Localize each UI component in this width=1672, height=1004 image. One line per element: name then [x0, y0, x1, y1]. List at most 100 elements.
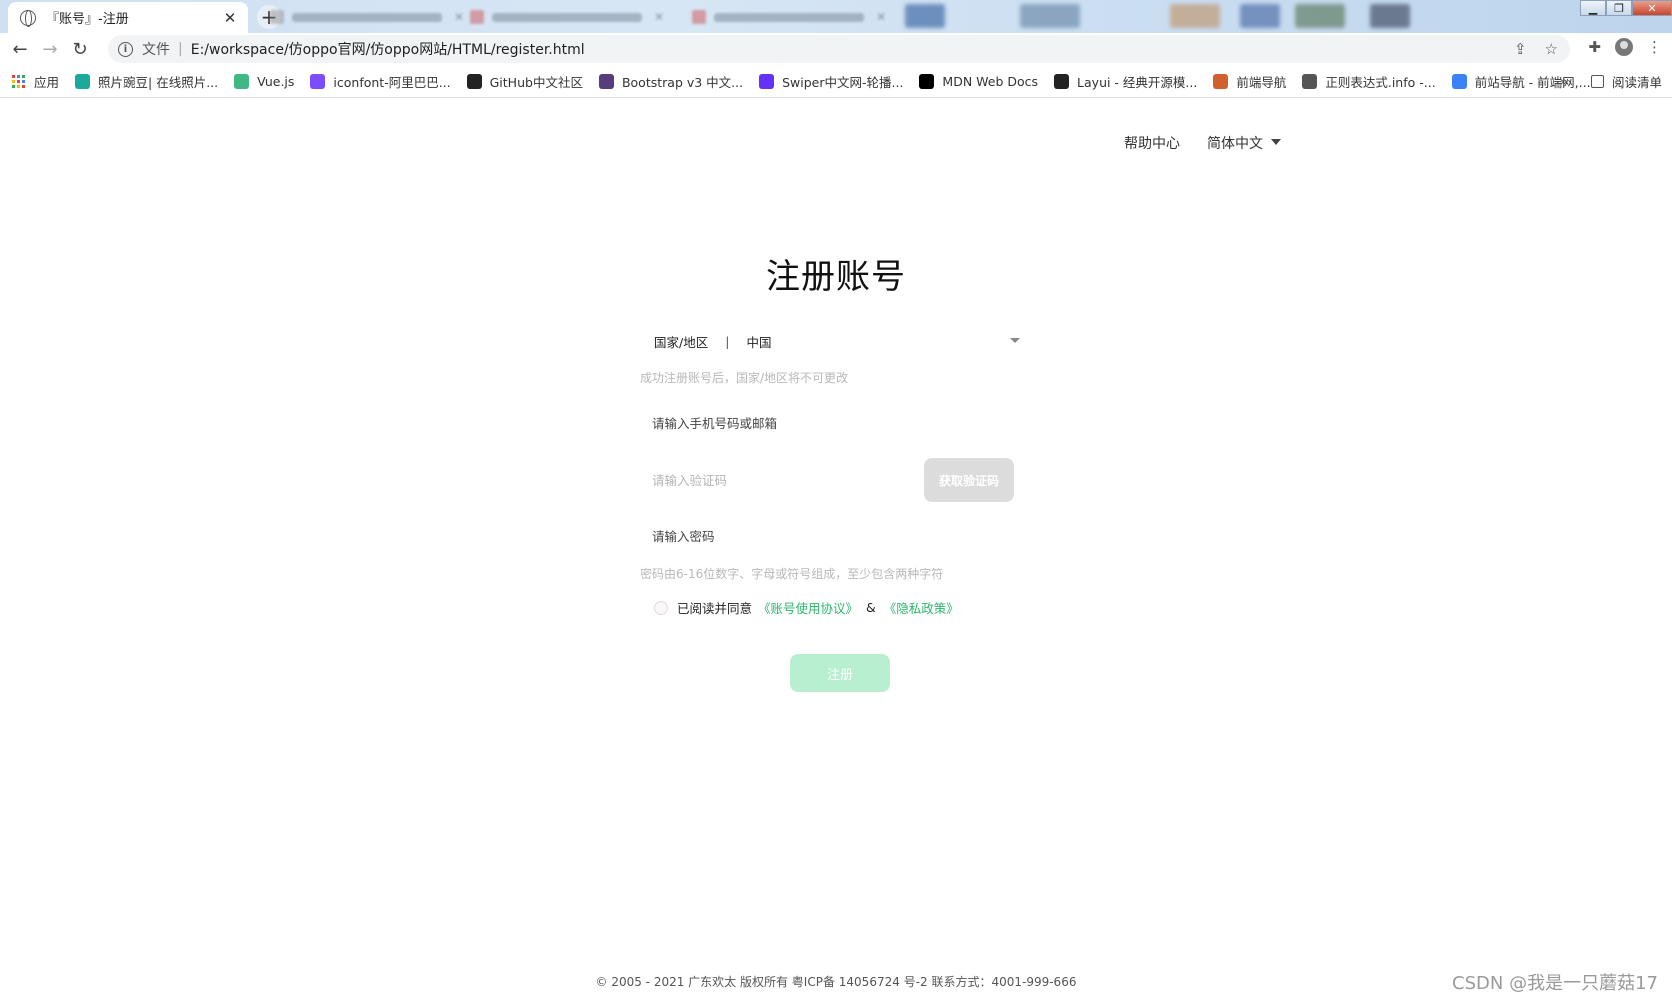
bookmark-label: iconfont-阿里巴巴... — [333, 75, 451, 90]
bookmark-label: Layui - 经典开源模... — [1077, 75, 1198, 90]
verification-code-field: 获取验证码 — [640, 458, 1014, 502]
share-icon[interactable]: ⇪ — [1514, 40, 1527, 58]
reading-list[interactable]: 阅读清单 — [1590, 72, 1662, 91]
agreement-row: 已阅读并同意 《账号使用协议》 & 《隐私政策》 — [654, 598, 959, 617]
bookmark-label: GitHub中文社区 — [489, 75, 583, 90]
menu-kebab-icon[interactable]: ⋮ — [1647, 38, 1662, 56]
bookmark-label: 前端导航 — [1236, 75, 1287, 90]
tab-background[interactable]: ✕ — [470, 6, 664, 28]
bookmark-label: 正则表达式.info -... — [1325, 75, 1436, 90]
bookmark-label: 应用 — [34, 75, 60, 90]
globe-icon — [20, 9, 36, 27]
info-icon[interactable]: i — [118, 41, 133, 57]
tab-title: 『账号』-注册 — [46, 12, 129, 27]
help-center-link[interactable]: 帮助中心 — [1124, 133, 1180, 153]
bookmarks-bar: 应用 照片豌豆| 在线照片... Vue.js iconfont-阿里巴巴... Git… — [0, 66, 1672, 98]
tab-close-icon[interactable]: ✕ — [654, 10, 664, 24]
url-text[interactable]: E:/workspace/仿oppo官网/仿oppo网站/HTML/regist… — [191, 39, 585, 59]
tab-close-icon[interactable]: ✕ — [454, 10, 464, 24]
tab-close-icon[interactable]: ✕ — [876, 10, 886, 24]
tab-background[interactable]: ✕ — [270, 6, 464, 28]
tab-favicon-icon — [470, 10, 484, 24]
agreement-link[interactable]: 《账号使用协议》 — [758, 598, 858, 617]
iconfont-icon — [310, 74, 326, 89]
bookmark-item[interactable]: 应用 — [12, 72, 59, 91]
agree-checkbox[interactable] — [654, 600, 668, 615]
bootstrap-icon — [598, 74, 614, 89]
bookmark-item[interactable]: 前站导航 - 前端网,... — [1451, 72, 1591, 91]
layui-icon — [1054, 74, 1070, 89]
country-divider: | — [725, 333, 730, 349]
country-label: 国家/地区 — [654, 334, 709, 350]
reading-list-icon — [1590, 75, 1604, 88]
country-select[interactable]: 国家/地区 | 中国 — [640, 319, 1030, 363]
bookmark-item[interactable]: MDN Web Docs — [919, 74, 1038, 89]
mdn-icon — [919, 74, 935, 89]
ampersand: & — [866, 600, 876, 615]
extensions-icon[interactable]: ✚ — [1588, 38, 1601, 56]
scheme-label: 文件 — [142, 42, 170, 58]
star-icon[interactable]: ☆ — [1545, 40, 1558, 58]
vue-icon — [234, 74, 250, 89]
minimize-icon[interactable]: ▁ — [1580, 0, 1606, 16]
bookmark-item[interactable]: 照片豌豆| 在线照片... — [75, 72, 218, 91]
tab-strip: 『账号』-注册 ✕ + ✕ ✕ ✕ ▁ ❐ ✕ — [0, 0, 1672, 33]
get-code-button[interactable]: 获取验证码 — [924, 458, 1014, 502]
bookmark-item[interactable]: 前端导航 — [1213, 72, 1286, 91]
bookmark-label: Swiper中文网-轮播... — [782, 75, 904, 90]
window-controls: ▁ ❐ ✕ — [1580, 0, 1672, 16]
country-value: 中国 — [746, 334, 772, 350]
tab-close-icon[interactable]: ✕ — [222, 9, 238, 27]
back-arrow-icon[interactable]: ← — [5, 34, 35, 64]
tab-background[interactable] — [905, 4, 945, 28]
github-icon — [466, 74, 482, 89]
country-hint: 成功注册账号后，国家/地区将不可更改 — [640, 371, 849, 385]
tab-background[interactable]: ✕ — [692, 6, 886, 28]
bookmark-item[interactable]: Layui - 经典开源模... — [1054, 72, 1197, 91]
top-links: 帮助中心 简体中文 — [1124, 133, 1281, 153]
phone-email-input[interactable] — [652, 415, 912, 431]
password-field — [640, 514, 1040, 558]
language-selector[interactable]: 简体中文 — [1207, 133, 1281, 153]
reload-icon[interactable]: ↻ — [65, 34, 95, 64]
tab-active[interactable]: 『账号』-注册 ✕ — [8, 2, 248, 33]
swiper-icon — [759, 74, 775, 89]
footer-copyright: © 2005 - 2021 广东欢太 版权所有 粤ICP备 14056724 号… — [595, 975, 1077, 989]
bookmark-item[interactable]: iconfont-阿里巴巴... — [310, 72, 451, 91]
privacy-link[interactable]: 《隐私政策》 — [884, 598, 959, 617]
bookmark-label: MDN Web Docs — [942, 74, 1039, 89]
verification-code-input[interactable] — [652, 472, 912, 488]
globe-icon — [1302, 74, 1318, 89]
bookmark-label: 前站导航 - 前端网,... — [1474, 75, 1591, 90]
csdn-watermark: CSDN @我是一只蘑菇17 — [1452, 973, 1658, 994]
password-hint: 密码由6-16位数字、字母或符号组成，至少包含两种字符 — [640, 567, 944, 581]
agree-text: 已阅读并同意 — [677, 601, 753, 616]
bookmark-label: 照片豌豆| 在线照片... — [98, 75, 219, 90]
bookmark-label: Bootstrap v3 中文... — [621, 75, 744, 90]
password-input[interactable] — [652, 528, 912, 544]
restore-icon[interactable]: ❐ — [1606, 0, 1632, 16]
phone-email-field — [640, 401, 1040, 445]
language-label: 简体中文 — [1207, 136, 1263, 152]
address-bar[interactable]: i 文件 | E:/workspace/仿oppo官网/仿oppo网站/HTML… — [108, 35, 1570, 63]
frontend-nav-icon — [1213, 74, 1229, 89]
page-title: 注册账号 — [766, 257, 906, 297]
caret-down-icon — [1271, 138, 1281, 145]
register-button[interactable]: 注册 — [790, 654, 890, 692]
bookmarks-overflow-icon[interactable]: » — [1559, 74, 1568, 90]
bookmark-item[interactable]: 正则表达式.info -... — [1302, 72, 1436, 91]
forward-arrow-icon[interactable]: → — [35, 34, 65, 64]
browser-toolbar: ← → ↻ i 文件 | E:/workspace/仿oppo官网/仿oppo网… — [0, 33, 1672, 65]
bookmark-label: Vue.js — [257, 74, 295, 89]
bookmark-item[interactable]: Swiper中文网-轮播... — [759, 72, 903, 91]
photo-icon — [75, 74, 91, 89]
window-close-icon[interactable]: ✕ — [1632, 0, 1672, 16]
bookmark-item[interactable]: GitHub中文社区 — [466, 72, 583, 91]
scheme-separator: | — [178, 41, 183, 57]
bookmark-item[interactable]: Vue.js — [234, 74, 294, 89]
caret-down-icon — [1010, 338, 1020, 343]
profile-avatar-icon[interactable] — [1615, 38, 1633, 56]
apps-icon — [12, 74, 26, 89]
bookmark-item[interactable]: Bootstrap v3 中文... — [598, 72, 744, 91]
page-content: 帮助中心 简体中文 注册账号 国家/地区 | 中国 成功注册账号后，国家/地区将… — [0, 99, 1672, 1004]
